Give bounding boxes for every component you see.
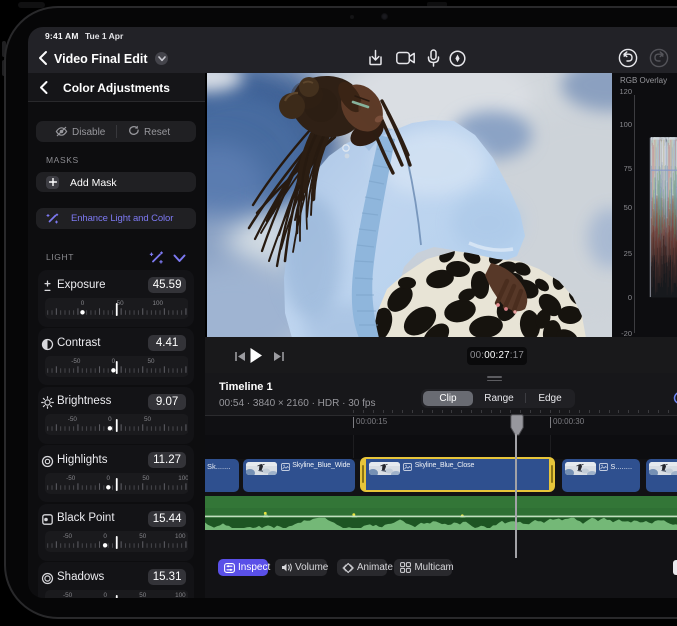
svg-text:50: 50 [142,475,150,482]
svg-text:-50: -50 [66,475,76,482]
svg-text:0: 0 [80,300,84,307]
svg-text:0: 0 [106,475,110,482]
svg-text:0: 0 [103,533,107,540]
svg-text:-50: -50 [62,533,72,540]
svg-text:-50: -50 [71,358,81,365]
svg-text:0: 0 [108,416,112,423]
svg-text:50: 50 [147,358,155,365]
svg-text:50: 50 [139,592,147,598]
svg-text:0: 0 [111,358,115,365]
svg-text:50: 50 [116,300,124,307]
svg-text:-50: -50 [67,416,77,423]
svg-text:100: 100 [152,300,163,307]
svg-text:100: 100 [175,533,186,540]
svg-text:50: 50 [139,533,147,540]
svg-text:-50: -50 [63,592,73,598]
svg-text:100: 100 [178,475,188,482]
svg-text:50: 50 [143,416,151,423]
svg-text:0: 0 [103,592,107,598]
svg-text:100: 100 [175,592,186,598]
